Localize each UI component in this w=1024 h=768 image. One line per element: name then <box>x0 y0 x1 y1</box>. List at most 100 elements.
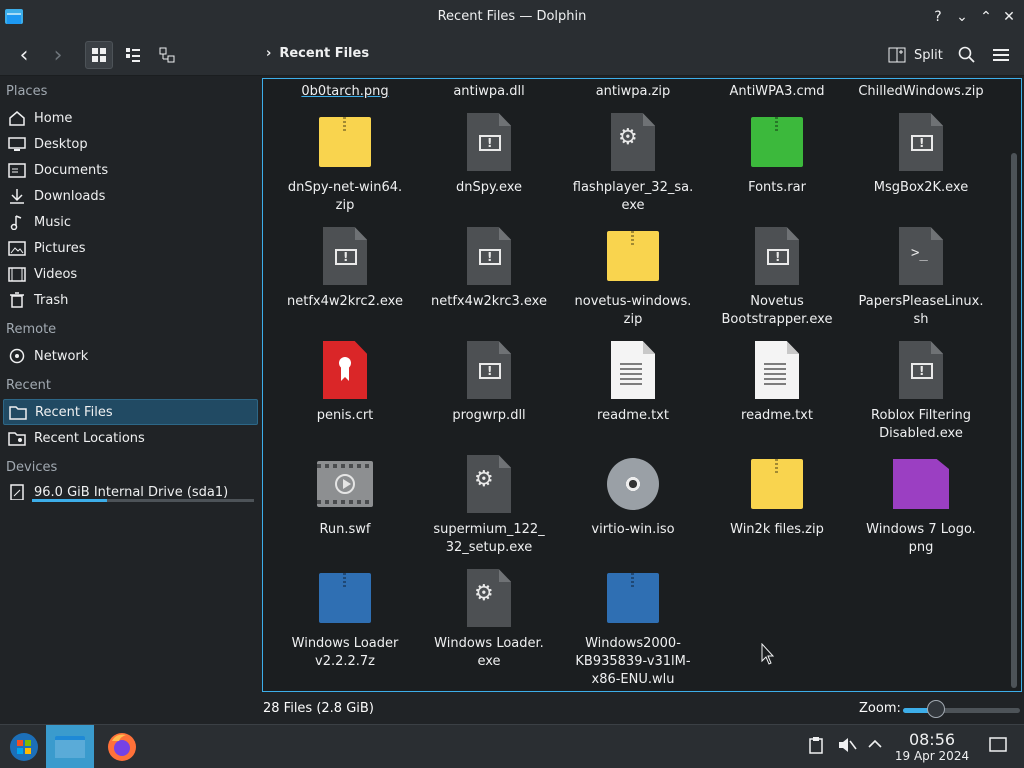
sidebar-item-network[interactable]: Network <box>3 343 258 369</box>
file-item[interactable]: MsgBox2K.exe <box>849 113 993 197</box>
file-item[interactable]: virtio-win.iso <box>561 455 705 539</box>
file-item[interactable]: AntiWPA3.cmd <box>705 79 849 101</box>
shell-script-icon: >_ <box>891 227 951 287</box>
file-item[interactable]: Windows Loader v2.2.2.7z <box>273 569 417 671</box>
file-item[interactable]: >_ PapersPleaseLinux. sh <box>849 227 993 329</box>
network-icon <box>9 348 25 364</box>
file-item[interactable]: Run.swf <box>273 455 417 539</box>
file-name: Windows 7 Logo. png <box>866 522 976 555</box>
archive-icon <box>747 455 807 515</box>
window-title: Recent Files — Dolphin <box>437 9 587 24</box>
search-button[interactable] <box>954 41 980 69</box>
sidebar-item-recent-files[interactable]: Recent Files <box>3 399 258 425</box>
file-name: AntiWPA3.cmd <box>729 84 825 99</box>
pictures-icon <box>8 241 26 256</box>
sidebar-item-music[interactable]: Music <box>3 209 258 235</box>
file-item[interactable]: antiwpa.zip <box>561 79 705 101</box>
close-button[interactable]: ✕ <box>998 6 1020 28</box>
file-item[interactable]: readme.txt <box>705 341 849 425</box>
help-button[interactable]: ? <box>927 6 949 28</box>
image-file-icon <box>891 455 951 515</box>
compact-view-icon <box>126 48 140 62</box>
start-menu-icon <box>10 733 38 761</box>
show-desktop-icon <box>989 737 1007 752</box>
minimize-button[interactable]: ⌄ <box>951 6 973 28</box>
file-item[interactable]: Windows2000- KB935839-v31lM- x86-ENU.wlu <box>561 569 705 689</box>
clipboard-icon[interactable] <box>808 736 824 758</box>
file-item[interactable]: ⚙ Windows Loader. exe <box>417 569 561 671</box>
start-menu-button[interactable] <box>0 725 48 768</box>
zoom-slider[interactable] <box>903 708 1020 713</box>
file-view[interactable]: 0b0tarch.png antiwpa.dll antiwpa.zip AntiWP… <box>262 78 1022 692</box>
text-file-icon <box>603 341 663 401</box>
sidebar-item-trash[interactable]: Trash <box>3 287 258 313</box>
music-icon <box>10 215 22 230</box>
breadcrumb-current[interactable]: Recent Files <box>279 46 369 61</box>
file-item[interactable]: netfx4w2krc3.exe <box>417 227 561 311</box>
file-item[interactable]: antiwpa.dll <box>417 79 561 101</box>
forward-button[interactable]: › <box>44 41 72 69</box>
chevron-up-icon[interactable] <box>867 736 883 756</box>
file-name: novetus-windows. zip <box>574 294 692 327</box>
file-name: Novetus Bootstrapper.exe <box>721 294 833 327</box>
file-name: Win2k files.zip <box>730 522 824 537</box>
installer-icon: ⚙ <box>459 569 519 629</box>
taskbar-dolphin[interactable] <box>46 725 94 768</box>
hamburger-menu-icon <box>993 49 1009 61</box>
executable-icon <box>891 113 951 173</box>
file-name: antiwpa.dll <box>453 84 525 99</box>
sidebar-item-label: Desktop <box>34 136 88 152</box>
sidebar-item-desktop[interactable]: Desktop <box>3 131 258 157</box>
file-item[interactable]: 0b0tarch.png <box>273 79 417 101</box>
file-item[interactable]: penis.crt <box>273 341 417 425</box>
sidebar-item-home[interactable]: Home <box>3 105 258 131</box>
sidebar-item-label: Recent Files <box>35 404 113 420</box>
file-item[interactable]: ⚙ supermium_122_ 32_setup.exe <box>417 455 561 557</box>
sidebar-item-videos[interactable]: Videos <box>3 261 258 287</box>
volume-muted-icon[interactable] <box>837 736 857 758</box>
file-name: netfx4w2krc3.exe <box>431 294 547 309</box>
file-item[interactable]: Fonts.rar <box>705 113 849 197</box>
file-item[interactable]: ChilledWindows.zip <box>849 79 993 101</box>
sidebar-item-label: Documents <box>34 162 109 178</box>
file-name: supermium_122_ 32_setup.exe <box>433 522 545 555</box>
show-desktop-button[interactable] <box>989 737 1007 757</box>
file-item[interactable]: dnSpy.exe <box>417 113 561 197</box>
archive-icon <box>315 569 375 629</box>
file-item[interactable]: readme.txt <box>561 341 705 425</box>
file-item[interactable]: Novetus Bootstrapper.exe <box>705 227 849 329</box>
file-item[interactable]: Windows 7 Logo. png <box>849 455 993 557</box>
file-item[interactable]: Win2k files.zip <box>705 455 849 539</box>
breadcrumb[interactable]: › Recent Files <box>266 46 369 61</box>
file-name: ChilledWindows.zip <box>858 84 984 99</box>
sidebar-item-label: Videos <box>34 266 78 282</box>
file-item[interactable]: ⚙ flashplayer_32_sa. exe <box>561 113 705 215</box>
clock[interactable]: 08:56 19 Apr 2024 <box>890 731 974 764</box>
compact-view-button[interactable] <box>119 41 147 69</box>
zoom-slider-handle[interactable] <box>926 700 945 718</box>
scrollbar[interactable] <box>1011 153 1017 688</box>
file-name: dnSpy.exe <box>455 180 523 195</box>
sidebar-item-downloads[interactable]: Downloads <box>3 183 258 209</box>
maximize-button[interactable]: ⌃ <box>975 6 997 28</box>
file-item[interactable]: progwrp.dll <box>417 341 561 425</box>
back-button[interactable]: ‹ <box>10 41 38 69</box>
file-name: PapersPleaseLinux. sh <box>858 294 984 327</box>
forward-arrow-icon: › <box>53 42 63 68</box>
taskbar-firefox[interactable] <box>98 725 146 768</box>
sidebar-item-documents[interactable]: Documents <box>3 157 258 183</box>
sidebar-item-pictures[interactable]: Pictures <box>3 235 258 261</box>
file-item[interactable]: netfx4w2krc2.exe <box>273 227 417 311</box>
file-item[interactable]: Roblox Filtering Disabled.exe <box>849 341 993 443</box>
sidebar-item-recent-locations[interactable]: Recent Locations <box>3 425 258 451</box>
details-view-button[interactable] <box>153 41 181 69</box>
menu-button[interactable] <box>988 41 1014 69</box>
toolbar: ‹ › › Recent Files Split <box>0 34 1024 76</box>
file-item[interactable]: dnSpy-net-win64. zip <box>273 113 417 215</box>
split-label: Split <box>914 47 943 63</box>
icons-view-button[interactable] <box>85 41 113 69</box>
file-item[interactable]: novetus-windows. zip <box>561 227 705 329</box>
text-file-icon <box>747 341 807 401</box>
dolphin-icon <box>55 736 85 758</box>
split-button[interactable]: Split <box>888 41 943 69</box>
